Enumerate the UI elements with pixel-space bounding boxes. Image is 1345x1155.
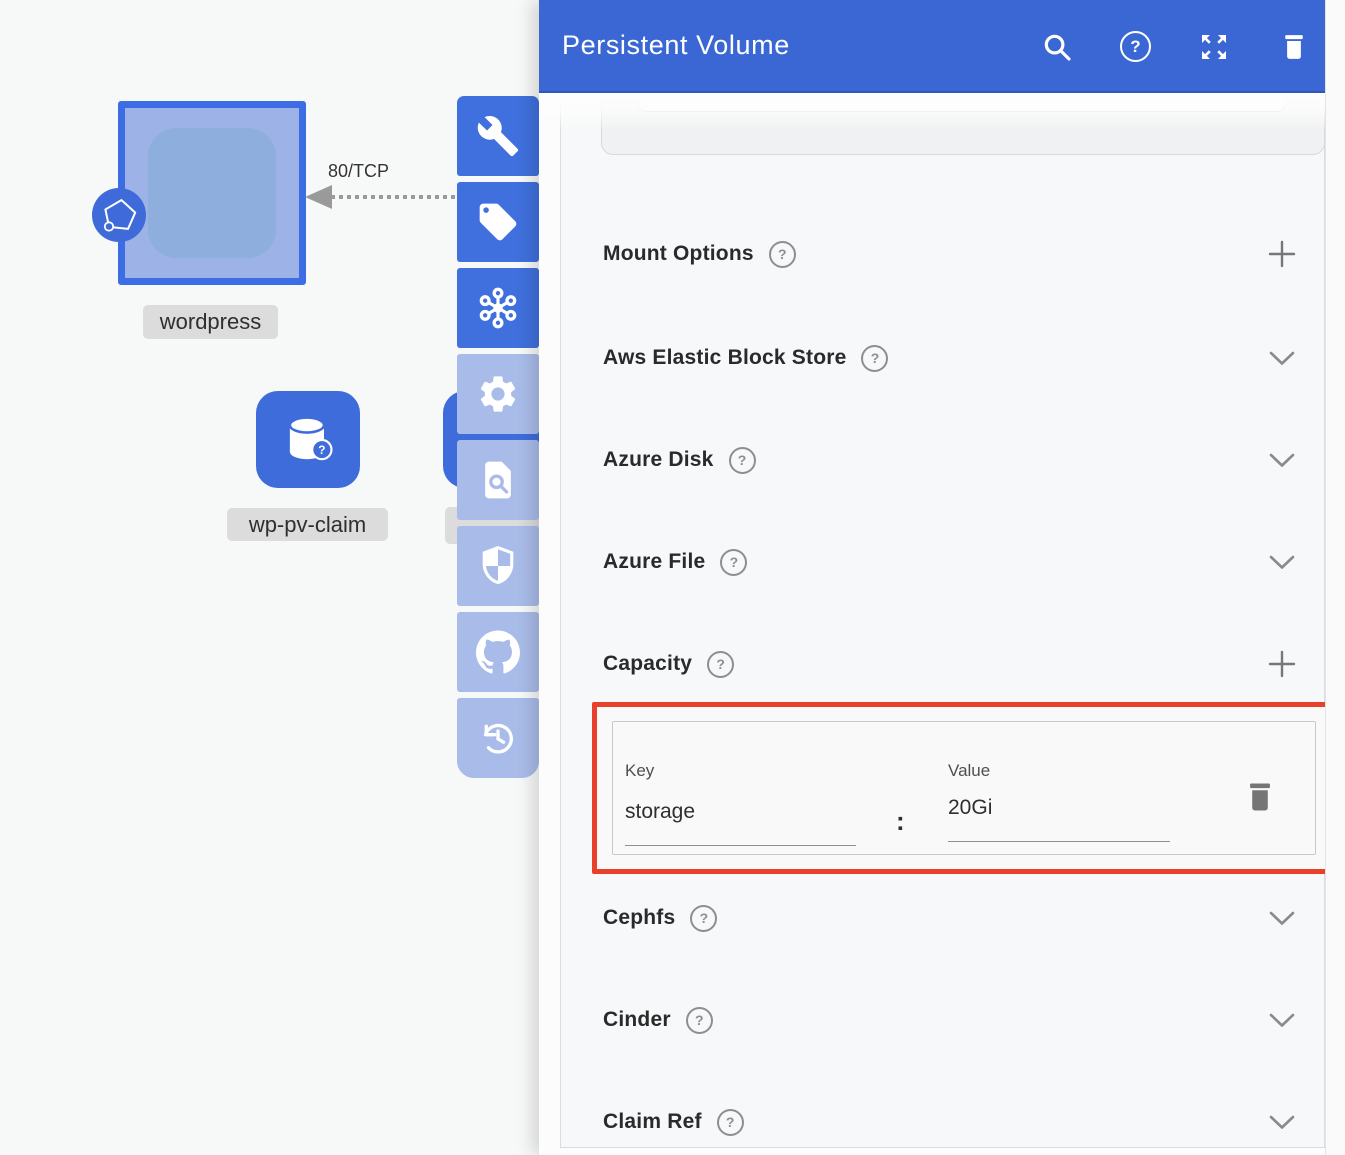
section-row-cinder: Cinder ? (603, 1004, 1297, 1036)
section-row-azure-file: Azure File ? (603, 546, 1297, 578)
detail-panel: ReadWriteOnce Mount Options ? Aws Elas (539, 0, 1325, 1155)
section-title: Aws Elastic Block Store (603, 346, 846, 370)
section-row-cephfs: Cephfs ? (603, 902, 1297, 934)
help-icon[interactable]: ? (861, 345, 888, 372)
section-row-capacity: Capacity ? (603, 648, 1297, 680)
key-label: Key (625, 761, 654, 781)
pod-badge-icon (92, 188, 146, 242)
shield-icon[interactable] (457, 526, 539, 606)
help-icon[interactable]: ? (717, 1109, 744, 1136)
pvc-node-label: wp-pv-claim (227, 508, 388, 541)
edge-arrowhead (305, 185, 332, 209)
form-container: ReadWriteOnce Mount Options ? Aws Elas (560, 93, 1325, 1148)
service-edge-dotted-line (331, 195, 457, 199)
section-row-mount-options: Mount Options ? (603, 238, 1297, 270)
document-search-icon[interactable] (457, 440, 539, 520)
expand-cinder-chevron-down-icon[interactable] (1267, 1005, 1297, 1035)
hub-icon[interactable] (457, 268, 539, 348)
add-capacity-button[interactable] (1267, 649, 1297, 679)
section-title: Mount Options (603, 242, 754, 266)
scrollbar-track[interactable] (1325, 0, 1345, 1155)
pvc-node[interactable]: ? (256, 391, 360, 488)
header-actions: ? (1040, 0, 1311, 93)
container-shape (148, 128, 276, 258)
expand-azure-disk-chevron-down-icon[interactable] (1267, 445, 1297, 475)
section-title: Capacity (603, 652, 692, 676)
capacity-value-value: 20Gi (948, 796, 992, 820)
panel-title: Persistent Volume (562, 30, 790, 61)
help-icon[interactable]: ? (1120, 31, 1151, 62)
tag-icon[interactable] (457, 182, 539, 262)
capacity-value-input[interactable]: 20Gi (948, 790, 1170, 842)
expand-aws-ebs-chevron-down-icon[interactable] (1267, 343, 1297, 373)
help-icon[interactable]: ? (720, 549, 747, 576)
port-edge-label: 80/TCP (328, 161, 389, 182)
github-icon[interactable] (457, 612, 539, 692)
section-title: Claim Ref (603, 1110, 702, 1134)
capacity-entry-row: Key storage : Value 20Gi (612, 721, 1316, 855)
wordpress-node-label: wordpress (143, 305, 278, 339)
section-title: Cinder (603, 1008, 671, 1032)
capacity-key-input[interactable]: storage (625, 794, 856, 846)
wordpress-pod-node[interactable] (118, 101, 306, 285)
capacity-key-value: storage (625, 800, 695, 824)
section-row-claim-ref: Claim Ref ? (603, 1106, 1297, 1138)
expand-azure-file-chevron-down-icon[interactable] (1267, 547, 1297, 577)
help-icon[interactable]: ? (690, 905, 717, 932)
panel-header: Persistent Volume ? (539, 0, 1325, 93)
section-row-aws-ebs: Aws Elastic Block Store ? (603, 342, 1297, 374)
key-value-separator: : (896, 806, 905, 837)
wrench-icon[interactable] (457, 96, 539, 176)
canvas-toolbar (457, 96, 539, 784)
section-title: Cephfs (603, 906, 675, 930)
delete-capacity-entry-icon[interactable] (1243, 778, 1277, 818)
header-scroll-fade (539, 93, 1325, 131)
expand-cephfs-chevron-down-icon[interactable] (1267, 903, 1297, 933)
gear-icon[interactable] (457, 354, 539, 434)
section-title: Azure Disk (603, 448, 714, 472)
add-mount-option-button[interactable] (1267, 239, 1297, 269)
app-root: wordpress 80/TCP ? wp-pv-claim (0, 0, 1345, 1155)
help-icon[interactable]: ? (729, 447, 756, 474)
help-icon[interactable]: ? (769, 241, 796, 268)
value-label: Value (948, 761, 990, 781)
expand-claim-ref-chevron-down-icon[interactable] (1267, 1107, 1297, 1137)
capacity-entry-highlight: Key storage : Value 20Gi (592, 702, 1325, 874)
search-icon[interactable] (1040, 30, 1074, 64)
svg-text:?: ? (318, 443, 325, 456)
help-icon[interactable]: ? (686, 1007, 713, 1034)
expand-fullscreen-icon[interactable] (1197, 30, 1231, 64)
history-icon[interactable] (457, 698, 539, 778)
database-icon: ? (276, 408, 340, 472)
trash-icon[interactable] (1277, 30, 1311, 64)
help-icon[interactable]: ? (707, 651, 734, 678)
panel-scroll-area: ReadWriteOnce Mount Options ? Aws Elas (539, 93, 1325, 1155)
section-row-azure-disk: Azure Disk ? (603, 444, 1297, 476)
section-title: Azure File (603, 550, 705, 574)
